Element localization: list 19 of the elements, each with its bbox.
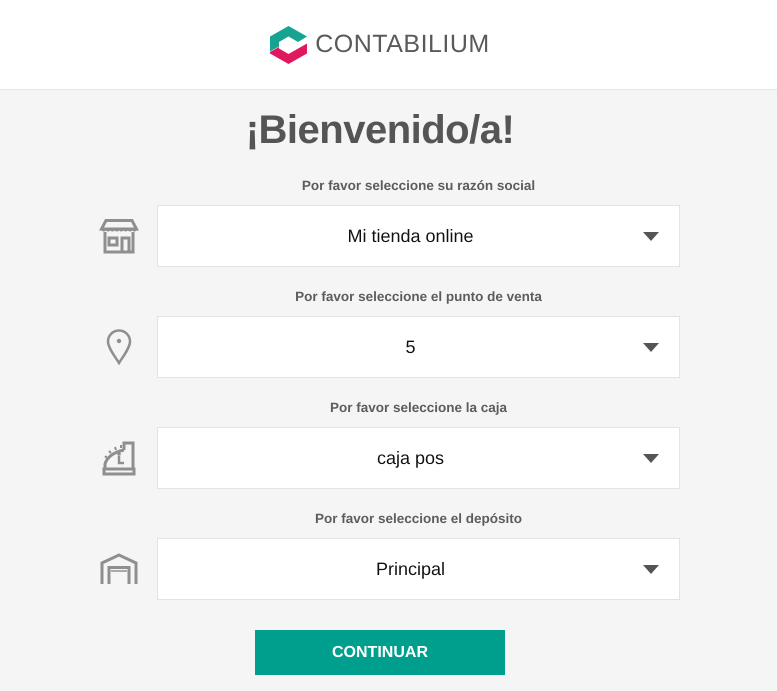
welcome-title: ¡Bienvenido/a! bbox=[244, 107, 516, 154]
dropdown[interactable]: Mi tienda online bbox=[157, 205, 680, 267]
warehouse-icon bbox=[100, 553, 138, 585]
caret-icon bbox=[643, 565, 659, 574]
field-label: Por favor seleccione su razón social bbox=[302, 177, 536, 195]
field-label: Por favor seleccione el punto de venta bbox=[295, 288, 542, 306]
caret-icon bbox=[643, 232, 659, 241]
store-icon bbox=[98, 218, 138, 254]
field-label: Por favor seleccione la caja bbox=[330, 399, 508, 417]
cash-register-icon bbox=[102, 440, 136, 476]
logo-icon bbox=[270, 26, 308, 64]
caret-icon bbox=[643, 343, 659, 352]
map-pin-icon bbox=[106, 329, 132, 365]
caret-icon bbox=[643, 454, 659, 463]
logo-text: CONTABILIUM bbox=[315, 32, 490, 57]
dropdown[interactable]: 5 bbox=[157, 316, 680, 378]
field-label: Por favor seleccione el depósito bbox=[314, 510, 522, 528]
dropdown[interactable]: caja pos bbox=[157, 427, 680, 489]
dropdown[interactable]: Principal bbox=[157, 538, 680, 600]
